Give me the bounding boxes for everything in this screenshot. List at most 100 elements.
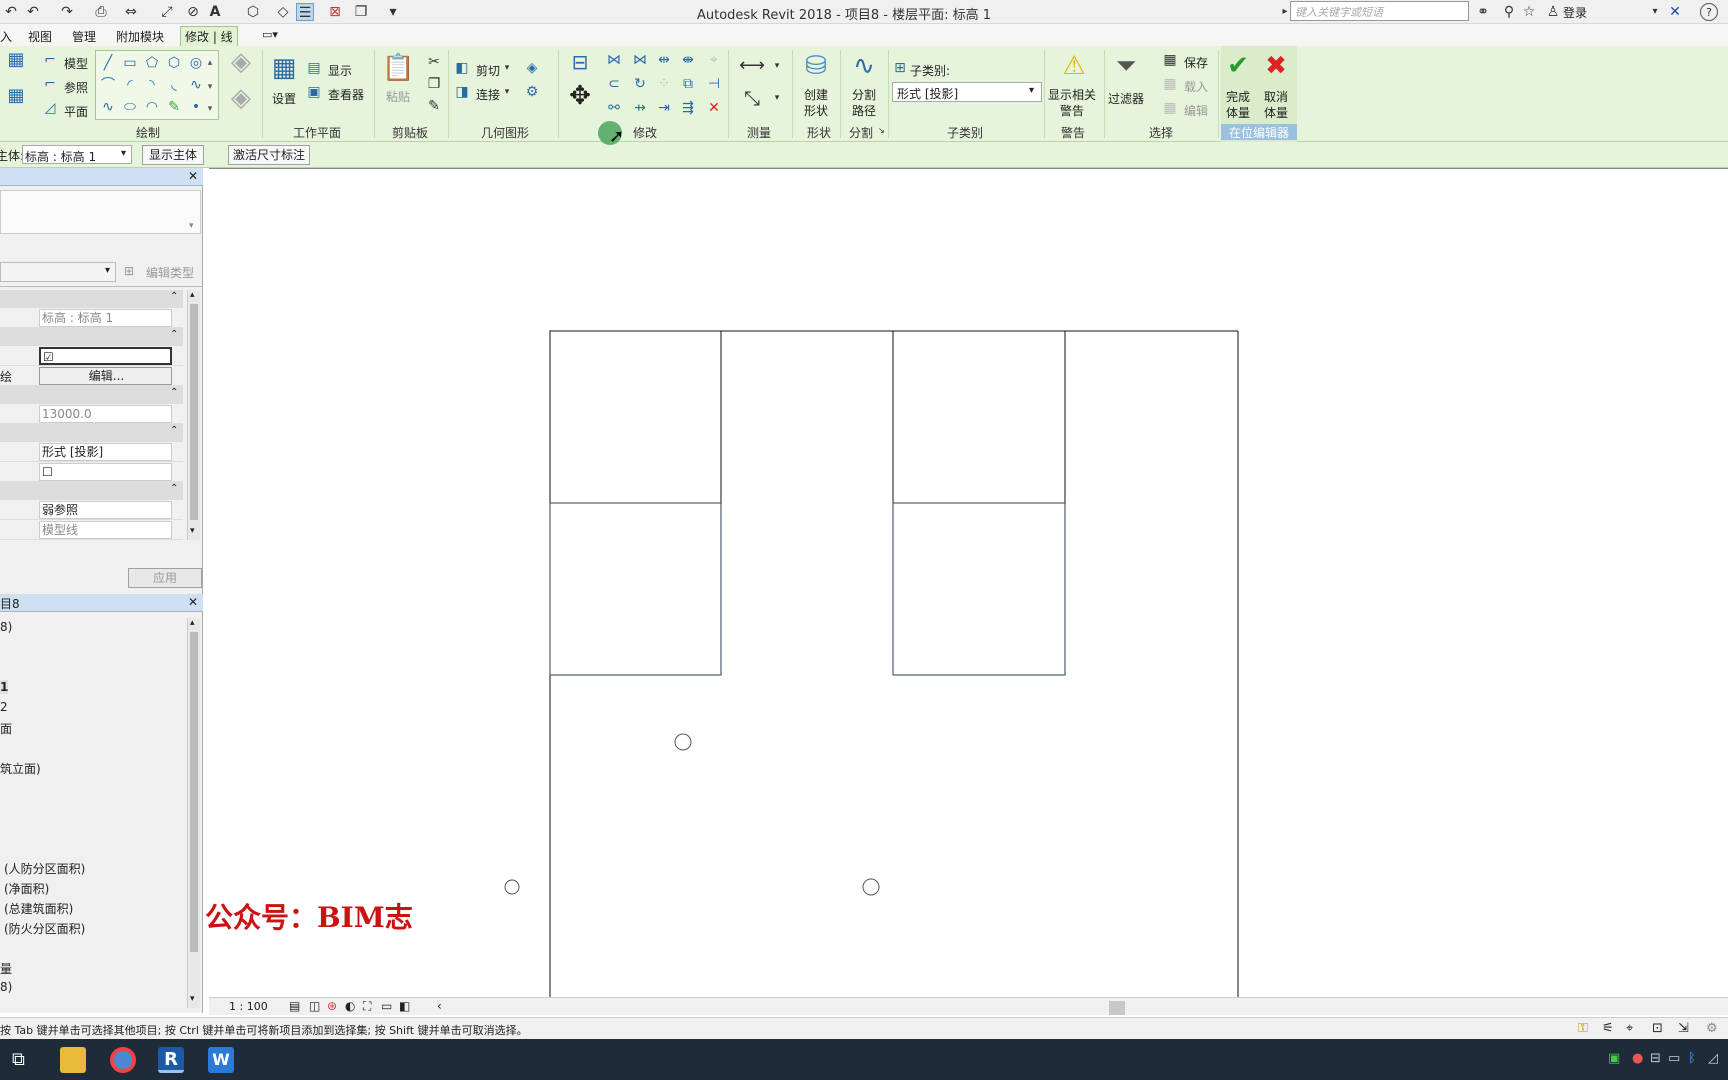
tree-item[interactable]: (人防分区面积) [4, 860, 85, 877]
properties-scrollbar[interactable]: ▴ ▾ [187, 290, 200, 540]
trim-extend-single-icon[interactable]: ⇥ [656, 100, 672, 116]
filter-status-icon[interactable]: ⚙ [1706, 1021, 1718, 1036]
wifi-icon[interactable]: ◿ [1708, 1051, 1718, 1066]
browser-scrollbar[interactable]: ▴ ▾ [187, 618, 200, 1008]
ellipse-icon[interactable]: ⬭ [122, 99, 138, 115]
draw-model-button[interactable]: 模型 [64, 55, 88, 72]
inscribed-polygon-icon[interactable]: ⬡ [166, 55, 182, 71]
group-row[interactable]: ⌃ [0, 328, 183, 346]
paste-button[interactable]: 粘贴 [386, 88, 410, 105]
help-icon[interactable]: ? [1700, 3, 1718, 21]
ref-plane-icon[interactable]: ▦ [2, 87, 30, 110]
divide-path-line1[interactable]: 分割 [852, 86, 876, 103]
pin-icon[interactable]: ⌖ [706, 52, 722, 68]
finish-mass-line2[interactable]: 体量 [1226, 104, 1250, 121]
tree-item[interactable]: (防火分区面积) [4, 920, 85, 937]
type-selector[interactable]: ▾ [0, 190, 201, 234]
show-crop-icon[interactable]: ▭ [381, 999, 392, 1013]
finish-mass-line1[interactable]: 完成 [1226, 88, 1250, 105]
dimension-dropdown-icon[interactable]: ▾ [772, 90, 782, 106]
instance-filter-select[interactable]: ▾ [0, 262, 116, 282]
bluetooth-icon[interactable]: ᛒ [1688, 1051, 1696, 1066]
split-gap-icon[interactable]: ⇼ [680, 52, 696, 68]
tab-view[interactable]: 视图 [24, 27, 56, 46]
revit-icon[interactable]: R [158, 1047, 184, 1073]
wps-icon[interactable]: W [208, 1047, 234, 1073]
offset-icon[interactable]: ⊂ [606, 76, 622, 92]
room-box-lower-right[interactable] [892, 502, 1066, 676]
panel-launcher-icon[interactable]: ↘ [878, 126, 885, 135]
cut-geometry-button[interactable]: 剪切 [476, 62, 500, 79]
circle-icon[interactable]: ◎ [188, 55, 204, 71]
redo-icon[interactable]: ↷ [58, 3, 76, 21]
room-box-upper-left[interactable] [549, 330, 722, 504]
scroll-left-icon[interactable]: ‹ [437, 999, 442, 1013]
undo-icon[interactable]: ↶ [2, 3, 20, 21]
view-scale[interactable]: 1 : 100 [229, 1000, 268, 1013]
create-form-line1[interactable]: 创建 [804, 86, 828, 103]
show-warnings-line1[interactable]: 显示相关 [1048, 86, 1096, 103]
select-links-icon[interactable]: ⚿ [1578, 1021, 1588, 1036]
reference-point-marker[interactable] [674, 733, 692, 751]
split-element-icon[interactable]: ⇹ [656, 52, 672, 68]
spline-icon[interactable]: ∿ [188, 77, 204, 93]
property-value-reference[interactable]: 弱参照 [39, 501, 172, 519]
show-warnings-line2[interactable]: 警告 [1060, 102, 1084, 119]
detail-level-icon[interactable]: ▤ [289, 999, 300, 1013]
polygon-icon[interactable]: ⬠ [144, 55, 160, 71]
tree-item[interactable]: 8) [0, 980, 12, 994]
tree-item[interactable]: 筑立面) [0, 760, 41, 777]
pick-lines-icon[interactable]: ✎ [166, 99, 182, 115]
copy-element-icon[interactable]: ⚯ [606, 100, 622, 116]
chrome-icon[interactable] [110, 1047, 136, 1073]
battery-icon[interactable]: ▭ [1668, 1051, 1680, 1066]
create-form-line2[interactable]: 形状 [804, 102, 828, 119]
wall-joins-icon[interactable]: ◈ [524, 60, 540, 76]
cancel-mass-line1[interactable]: 取消 [1264, 88, 1288, 105]
tree-item[interactable]: (净面积) [4, 880, 49, 897]
reference-point-marker[interactable] [862, 878, 880, 896]
measure-distance-icon[interactable]: ⟷ [736, 57, 768, 75]
join-dropdown-icon[interactable]: ▾ [502, 84, 512, 100]
tab-addins[interactable]: 附加模块 [112, 27, 168, 46]
star-icon[interactable]: ☆ [1520, 3, 1538, 21]
horizontal-scroll-thumb[interactable] [1109, 1001, 1125, 1015]
rectangle-icon[interactable]: ▭ [122, 55, 138, 71]
subcategory-select[interactable]: 形式 [投影] ▾ [892, 82, 1042, 102]
host-select[interactable]: 标高 : 标高 1 ▾ [22, 145, 132, 164]
move-icon[interactable]: ✥ [566, 83, 594, 116]
save-selection-button[interactable]: 保存 [1184, 54, 1208, 71]
tab-options-menu[interactable]: ▭▾ [258, 27, 282, 42]
section-icon[interactable]: ◇ [274, 3, 292, 21]
group-row[interactable]: ⌃ [0, 424, 183, 442]
room-box-upper-right[interactable] [892, 330, 1066, 504]
measure-icon[interactable]: ⇔ [122, 3, 140, 21]
tab-manage[interactable]: 管理 [68, 27, 100, 46]
load-selection-button[interactable]: 载入 [1184, 78, 1208, 95]
group-row[interactable]: ⌃ [0, 290, 183, 308]
microphone-icon[interactable]: ● [1632, 1051, 1643, 1066]
group-row[interactable]: ⌃ [0, 482, 183, 500]
property-checkbox-checked[interactable]: ☑ [39, 347, 172, 365]
thin-lines-icon[interactable]: ☰ [296, 3, 314, 21]
expand-gallery-icon[interactable]: ▾ [204, 101, 216, 117]
point-icon[interactable]: • [188, 99, 204, 115]
customize-toolbar-icon[interactable]: ▾ [384, 3, 402, 21]
close-icon[interactable]: ✕ [188, 595, 198, 609]
partial-ellipse-icon[interactable]: ◠ [144, 99, 160, 115]
tab-insert[interactable]: 入 [0, 27, 16, 46]
property-edit-button[interactable]: 编辑... [39, 367, 172, 385]
shadows-icon[interactable]: ◐ [345, 999, 355, 1013]
measure-dropdown-icon[interactable]: ▾ [772, 58, 782, 74]
sun-path-icon[interactable]: ⊛ [327, 999, 337, 1013]
arc-center-icon[interactable]: ◜ [122, 77, 138, 93]
user-icon[interactable]: ♙ [1544, 3, 1562, 21]
tangent-arc-icon[interactable]: ◝ [144, 77, 160, 93]
select-pinned-icon[interactable]: ⌖ [1626, 1021, 1633, 1036]
join-geometry-button[interactable]: 连接 [476, 86, 500, 103]
tree-item[interactable]: (总建筑面积) [4, 900, 73, 917]
task-view-icon[interactable]: ⧉ [12, 1049, 25, 1070]
drawing-canvas[interactable] [209, 121, 1728, 998]
cut-icon[interactable]: ✂ [426, 54, 442, 70]
tree-item-level-2[interactable]: 2 [0, 700, 8, 714]
